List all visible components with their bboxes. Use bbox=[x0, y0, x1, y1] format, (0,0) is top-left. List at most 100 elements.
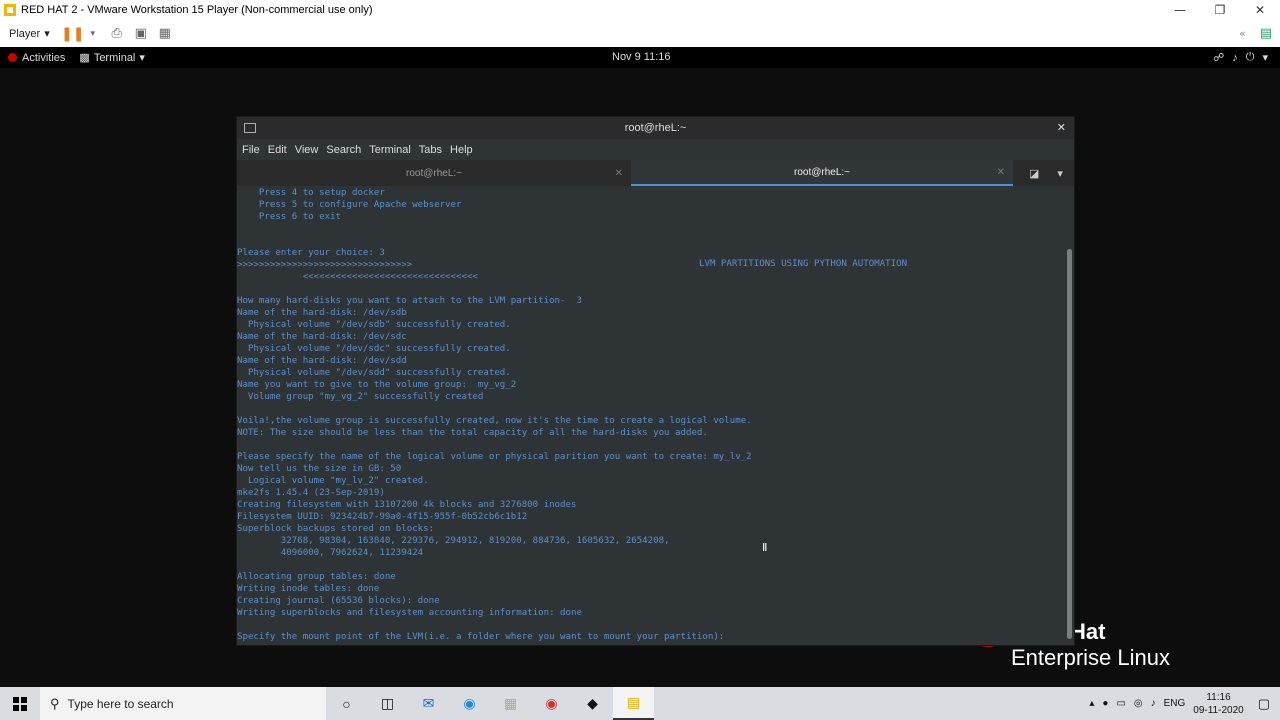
tab-root-2[interactable]: root@rheL:~ ✕ bbox=[631, 160, 1013, 186]
terminal-header-bar[interactable]: root@rheL:~ ✕ bbox=[237, 117, 1074, 139]
terminal-tab-bar: root@rheL:~ ✕ root@rheL:~ ✕ ◪ ▾ bbox=[237, 160, 1074, 186]
terminal-line: NOTE: The size should be less than the t… bbox=[237, 428, 708, 438]
microphone-icon[interactable]: ● bbox=[1102, 698, 1108, 709]
terminal-window-title: root@rheL:~ bbox=[624, 122, 687, 134]
cortana-icon[interactable]: ○ bbox=[326, 687, 367, 720]
tab-root-1[interactable]: root@rheL:~ ✕ bbox=[237, 160, 631, 186]
send-ctrl-alt-del-icon[interactable]: ⎙ bbox=[108, 25, 126, 43]
new-tab-icon[interactable]: ◪ bbox=[1029, 167, 1039, 180]
notes-icon[interactable]: ▤ bbox=[1260, 26, 1272, 41]
terminal-close-icon[interactable]: ✕ bbox=[1057, 121, 1066, 134]
terminal-line: Creating filesystem with 13107200 4k blo… bbox=[237, 500, 577, 510]
terminal-line: Name of the hard-disk: /dev/sdd bbox=[237, 356, 407, 366]
menu-view[interactable]: View bbox=[295, 144, 319, 156]
fit-window-icon[interactable]: ▣ bbox=[132, 25, 150, 43]
tab-label: root@rheL:~ bbox=[793, 166, 850, 178]
mail-icon[interactable]: ✉ bbox=[408, 687, 449, 720]
back-arrows-icon[interactable]: « bbox=[1239, 27, 1246, 40]
edge-icon[interactable]: ◉ bbox=[449, 687, 490, 720]
app-icon[interactable]: ◆ bbox=[572, 687, 613, 720]
close-button[interactable]: ✕ bbox=[1240, 0, 1280, 20]
taskbar-time: 11:16 bbox=[1206, 691, 1231, 703]
player-menu[interactable]: Player ▾ bbox=[9, 27, 50, 41]
vmware-toolbar: Player ▾ ❚❚ ▾ ⎙ ▣ ▦ « ▤ bbox=[0, 20, 1280, 48]
terminal-line: Allocating group tables: done bbox=[237, 572, 396, 582]
scrollbar-thumb[interactable] bbox=[1067, 249, 1072, 639]
logo-enterprise-linux: Enterprise Linux bbox=[1011, 645, 1170, 670]
terminal-line: Press 5 to configure Apache webserver bbox=[237, 200, 462, 210]
chevron-down-icon: ▾ bbox=[1262, 52, 1268, 64]
vmware-app-icon bbox=[4, 4, 16, 16]
app-menu-label: Terminal bbox=[93, 51, 136, 64]
wifi-icon[interactable]: ◎ bbox=[1134, 698, 1143, 709]
text-cursor-icon: Ⅱ bbox=[762, 541, 767, 554]
terminal-line: >>>>>>>>>>>>>>>>>>>>>>>>>>>>>>>> bbox=[237, 260, 413, 270]
tab-label: root@rheL:~ bbox=[405, 167, 462, 179]
unity-icon[interactable]: ▦ bbox=[156, 25, 174, 43]
terminal-line: Volume group "my_vg_2" successfully crea… bbox=[237, 392, 484, 402]
terminal-line: Name of the hard-disk: /dev/sdb bbox=[237, 308, 407, 318]
terminal-line: 4096000, 7962624, 11239424 bbox=[237, 548, 424, 558]
terminal-line: Now tell us the size in GB: 50 bbox=[237, 464, 402, 474]
pause-icon[interactable]: ❚❚ bbox=[61, 25, 84, 43]
vmware-taskbar-icon[interactable]: ▤ bbox=[613, 687, 654, 720]
activities-button[interactable]: Activities bbox=[8, 52, 65, 64]
chevron-up-icon[interactable]: ▴ bbox=[1089, 698, 1094, 709]
terminal-window: root@rheL:~ ✕ File Edit View Search Term… bbox=[236, 116, 1075, 646]
terminal-line: Please specify the name of the logical v… bbox=[237, 452, 752, 462]
vmware-title-bar: RED HAT 2 - VMware Workstation 15 Player… bbox=[0, 0, 1280, 20]
battery-icon[interactable]: ▭ bbox=[1116, 698, 1125, 709]
chevron-down-icon[interactable]: ▾ bbox=[84, 25, 102, 43]
chevron-down-icon: ▾ bbox=[139, 52, 145, 64]
task-view-icon[interactable]: ◫ bbox=[367, 687, 408, 720]
chrome-icon[interactable]: ◉ bbox=[531, 687, 572, 720]
terminal-line: Superblock backups stored on blocks: bbox=[237, 524, 435, 534]
terminal-line: Creating journal (65536 blocks): done bbox=[237, 596, 440, 606]
menu-tabs[interactable]: Tabs bbox=[419, 144, 442, 156]
terminal-line: Voila!,the volume group is successfully … bbox=[237, 416, 752, 426]
start-button[interactable] bbox=[0, 687, 40, 720]
terminal-line: Logical volume "my_lv_2" created. bbox=[237, 476, 429, 486]
terminal-scrollbar[interactable] bbox=[1067, 187, 1072, 642]
tab-close-icon[interactable]: ✕ bbox=[615, 168, 623, 179]
taskbar-search[interactable]: ⚲ Type here to search bbox=[40, 687, 326, 720]
taskbar-date: 09-11-2020 bbox=[1193, 704, 1244, 716]
menu-search[interactable]: Search bbox=[326, 144, 361, 156]
terminal-line: Name you want to give to the volume grou… bbox=[237, 380, 517, 390]
file-explorer-icon[interactable]: ▦ bbox=[490, 687, 531, 720]
redhat-icon bbox=[8, 53, 17, 62]
menu-terminal[interactable]: Terminal bbox=[369, 144, 411, 156]
terminal-line: Please enter your choice: 3 bbox=[237, 248, 385, 258]
network-icon: ☍ bbox=[1213, 52, 1225, 64]
player-menu-label: Player bbox=[9, 27, 41, 40]
terminal-line: How many hard-disks you want to attach t… bbox=[237, 296, 582, 306]
terminal-line: Press 4 to setup docker bbox=[237, 188, 385, 198]
menu-file[interactable]: File bbox=[242, 144, 260, 156]
terminal-line: Writing superblocks and filesystem accou… bbox=[237, 608, 582, 618]
restore-button[interactable]: ❐ bbox=[1200, 0, 1240, 20]
gnome-clock[interactable]: Nov 9 11:16 bbox=[612, 51, 671, 63]
logo-hat-word: Hat bbox=[1070, 619, 1106, 644]
chevron-down-icon: ▾ bbox=[44, 28, 50, 40]
terminal-line: Writing inode tables: done bbox=[237, 584, 380, 594]
menu-edit[interactable]: Edit bbox=[268, 144, 287, 156]
tab-close-icon[interactable]: ✕ bbox=[997, 167, 1005, 178]
notifications-icon[interactable]: ▢ bbox=[1258, 696, 1270, 712]
windows-logo-icon bbox=[13, 696, 27, 711]
language-indicator[interactable]: ENG bbox=[1164, 698, 1186, 709]
taskbar-clock[interactable]: 11:16 09-11-2020 bbox=[1193, 691, 1243, 717]
app-menu[interactable]: ▩ Terminal ▾ bbox=[79, 51, 145, 65]
terminal-menu-bar: File Edit View Search Terminal Tabs Help bbox=[237, 139, 1074, 160]
minimize-button[interactable]: — bbox=[1160, 0, 1200, 20]
menu-help[interactable]: Help bbox=[450, 144, 473, 156]
gnome-system-tray[interactable]: ☍ ♪ ⏻ ▾ bbox=[1213, 51, 1268, 64]
terminal-output[interactable]: Press 4 to setup docker Press 5 to confi… bbox=[237, 187, 1067, 643]
speaker-icon[interactable]: ♪ bbox=[1151, 698, 1156, 709]
terminal-line: mke2fs 1.45.4 (23-Sep-2019) bbox=[237, 488, 385, 498]
terminal-line: Filesystem UUID: 923424b7-99a0-4f15-955f… bbox=[237, 512, 528, 522]
chevron-down-icon[interactable]: ▾ bbox=[1057, 167, 1063, 180]
